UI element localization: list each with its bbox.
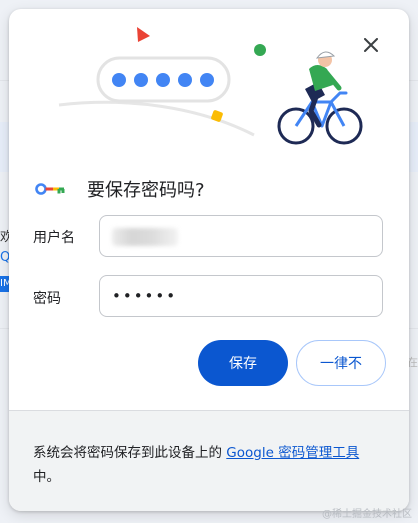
key-icon (35, 183, 65, 195)
swoosh-line (58, 100, 255, 137)
save-password-dialog: 要保存密码吗? 用户名 密码 •••••• 保存 一律不 系统会将密码保存到此设… (9, 9, 409, 511)
password-field[interactable]: •••••• (99, 275, 383, 317)
cyclist-icon (277, 51, 363, 145)
dialog-footer: 系统会将密码保存到此设备上的 Google 密码管理工具中。 (9, 410, 409, 511)
password-value: •••••• (112, 287, 178, 305)
footer-text: 系统会将密码保存到此设备上的 Google 密码管理工具中。 (33, 441, 383, 489)
username-value-redacted (112, 228, 178, 246)
password-manager-link[interactable]: Google 密码管理工具 (226, 445, 359, 461)
never-button[interactable]: 一律不 (296, 340, 386, 386)
watermark: @稀土掘金技术社区 (322, 509, 412, 520)
password-label: 密码 (33, 291, 61, 307)
dialog-title: 要保存密码吗? (87, 180, 205, 201)
footer-text-before: 系统会将密码保存到此设备上的 (33, 445, 227, 461)
password-dot-shape (112, 73, 126, 87)
password-dot-shape (200, 73, 214, 87)
password-dot-shape (178, 73, 192, 87)
username-label: 用户名 (33, 230, 75, 246)
close-icon (364, 38, 378, 52)
password-dot-shape (134, 73, 148, 87)
green-dot-shape (254, 44, 266, 56)
illustration (58, 27, 363, 145)
save-button[interactable]: 保存 (198, 340, 288, 386)
footer-text-after: 中。 (33, 469, 60, 485)
username-field[interactable] (99, 215, 383, 257)
title-row: 要保存密码吗? (35, 177, 205, 201)
close-button[interactable] (359, 33, 383, 57)
password-dot-shape (156, 73, 170, 87)
red-triangle-shape (137, 27, 150, 42)
